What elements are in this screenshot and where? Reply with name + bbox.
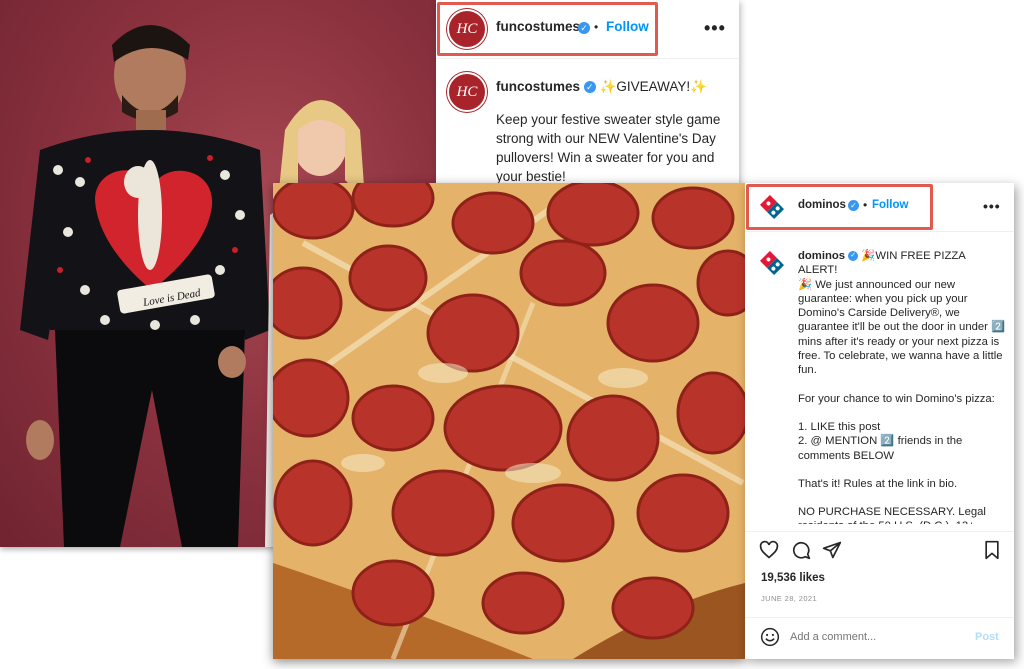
caption-avatar[interactable]: HC — [447, 72, 487, 112]
caption-line-5: 2. @ MENTION 2️⃣ friends in the comments… — [798, 435, 963, 462]
save-bookmark-icon[interactable] — [982, 540, 1002, 560]
caption-first-line: dominos ✓ 🎉WIN FREE PIZZA ALERT! — [798, 249, 1006, 278]
comment-icon[interactable] — [791, 540, 811, 560]
header-separator: • — [594, 20, 599, 34]
caption-line-3: For your chance to win Domino's pizza: — [798, 392, 995, 405]
post-date: JUNE 28, 2021 — [761, 594, 818, 603]
header-username[interactable]: dominos — [798, 199, 846, 211]
header-divider — [745, 231, 1014, 232]
verified-badge-icon: ✓ — [578, 22, 590, 34]
caption-headline: ✨GIVEAWAY!✨ — [599, 79, 707, 94]
more-options-icon[interactable]: ••• — [704, 18, 726, 39]
dominos-avatar[interactable] — [759, 194, 785, 220]
caption-line-2: 🎉 We just announced our new guarantee: w… — [798, 278, 1006, 377]
caption-line-6: That's it! Rules at the link in bio. — [798, 477, 958, 490]
header-username[interactable]: funcostumes — [496, 19, 580, 34]
caption-divider — [745, 531, 1014, 532]
funcostumes-post-panel: HC funcostumes ✓ • Follow ••• HC funcost… — [436, 0, 739, 190]
comment-input[interactable] — [790, 629, 960, 645]
hc-logo-text: HC — [456, 20, 478, 37]
funcostumes-avatar[interactable]: HC — [447, 9, 487, 49]
dominos-post-image — [273, 183, 745, 659]
verified-badge-icon: ✓ — [848, 200, 859, 211]
follow-button[interactable]: Follow — [606, 19, 649, 34]
dominos-logo-icon — [760, 251, 784, 275]
dominos-logo-icon — [760, 195, 784, 219]
more-options-icon[interactable]: ••• — [983, 198, 1001, 214]
comment-divider — [745, 617, 1014, 618]
caption-username[interactable]: funcostumes — [496, 79, 580, 94]
caption-line-4: 1. LIKE this post — [798, 420, 881, 433]
post-comment-button[interactable]: Post — [975, 631, 999, 643]
header-separator: • — [863, 198, 868, 212]
caption-line-7: NO PURCHASE NECESSARY. Legal residents o… — [798, 506, 986, 524]
like-heart-icon[interactable] — [759, 540, 779, 560]
hc-logo-text: HC — [456, 83, 478, 100]
caption-username[interactable]: dominos — [798, 250, 845, 262]
verified-badge-icon: ✓ — [583, 81, 596, 94]
emoji-smiley-icon[interactable] — [760, 627, 780, 647]
caption-avatar[interactable] — [759, 250, 785, 276]
likes-count[interactable]: 19,536 likes — [761, 572, 825, 584]
caption-headline-row: funcostumes ✓ ✨GIVEAWAY!✨ — [496, 77, 707, 96]
caption-scroll-area[interactable]: dominos ✓ 🎉WIN FREE PIZZA ALERT! 🎉 We ju… — [798, 249, 1006, 524]
share-icon[interactable] — [822, 540, 842, 560]
header-divider — [436, 58, 739, 59]
pepperoni-pizza-photo — [273, 183, 745, 659]
dominos-post-panel: dominos ✓ • Follow ••• dominos ✓ 🎉WIN FR… — [745, 183, 1014, 659]
verified-badge-icon: ✓ — [848, 251, 859, 262]
caption-body: Keep your festive sweater style game str… — [496, 112, 721, 184]
follow-button[interactable]: Follow — [872, 199, 908, 211]
